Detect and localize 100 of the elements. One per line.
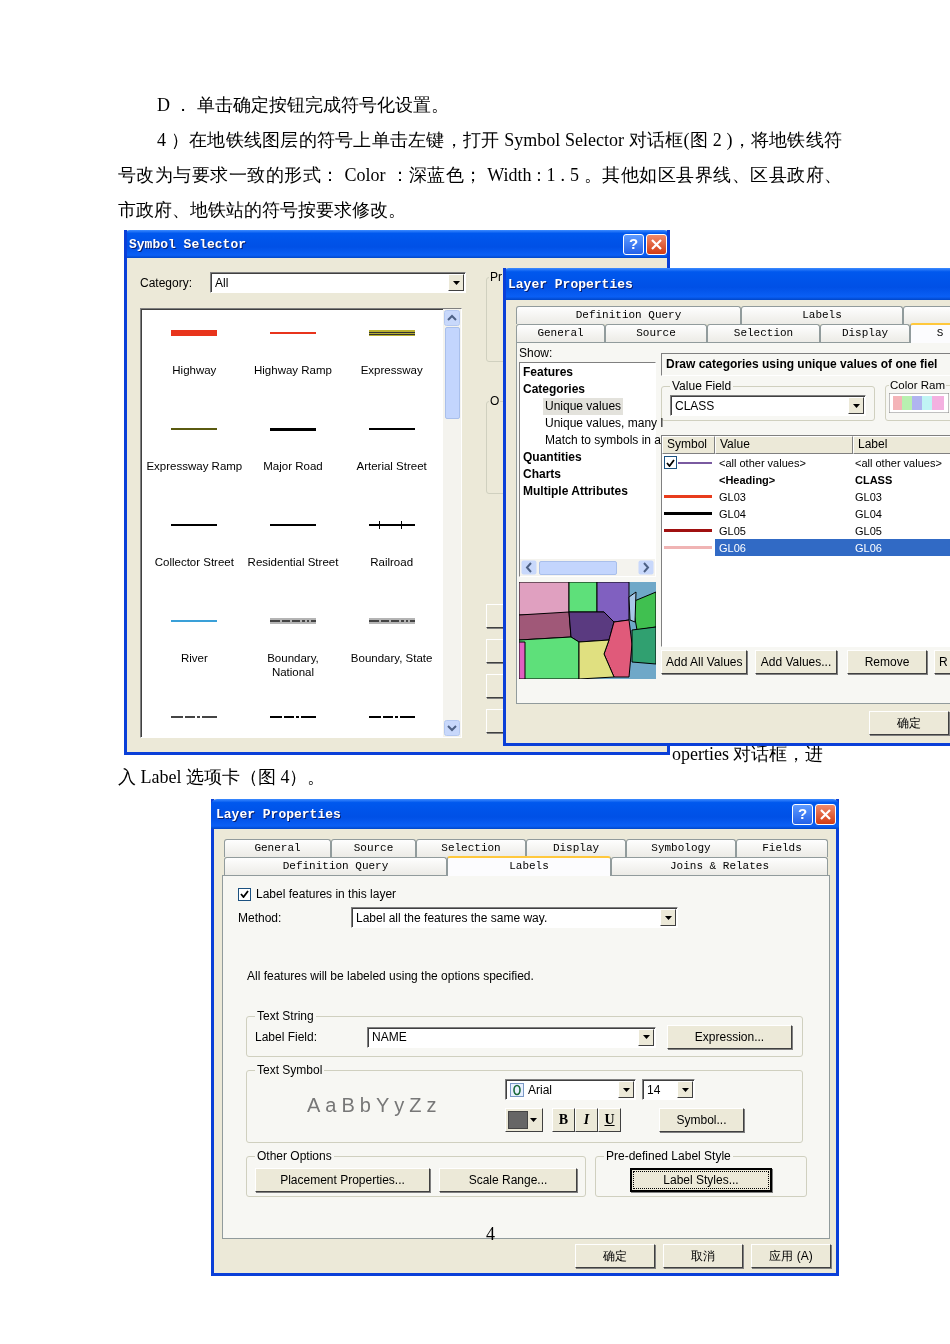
table-row[interactable]: GL03 GL03 [715,488,950,505]
size-dropdown[interactable]: 14 [642,1079,695,1100]
tab[interactable]: Source [331,839,416,857]
show-label: Show: [519,346,554,362]
column-header[interactable]: Value [715,436,853,454]
paragraph: 4 ）在地铁线图层的符号上单击左键，打开 Symbol Selector 对话框(图 2 )，将地铁线符号改为与要求一致的形式： Color ：深蓝色； Width : 1 . 5 。其他如区县界线、区县政府、市政府、地铁站的符号按要求修改。 [118,129,842,222]
column-header[interactable]: Label [853,436,950,454]
close-button[interactable] [815,803,836,825]
dialog-button[interactable]: 取消 [663,1244,743,1268]
dialog-button[interactable]: Placement Properties... [255,1168,430,1192]
check-icon [666,458,675,467]
tree-item[interactable]: Unique values [543,398,624,415]
tab[interactable]: Definition Query [516,306,741,324]
tree-item[interactable]: Match to symbols in a [543,432,664,449]
symbol-name[interactable]: Collector Street [154,555,234,569]
symbol-name[interactable]: Major Road [263,459,323,473]
tab[interactable]: Selection [707,324,820,342]
tree-item[interactable]: Quantities [523,449,582,466]
scroll-thumb[interactable] [444,327,460,419]
caret-icon [681,1087,689,1092]
tree-item[interactable]: Features [523,364,574,381]
paragraph: D ． 单击确定按钮完成符号化设置。 [156,94,450,117]
tree-item[interactable]: Charts [523,466,561,483]
tab[interactable]: Source [605,324,707,342]
group-label: Pr [489,270,503,284]
symbol-name[interactable]: Expressway Ramp [146,459,243,473]
table-row[interactable]: <all other values> <all other values> [715,454,950,471]
symbol-name[interactable]: Highway [172,363,217,377]
tree-item[interactable]: Multiple Attributes [523,483,628,500]
expression-button[interactable]: Expression... [667,1025,792,1049]
dialog-button[interactable]: R [934,650,950,674]
category-dropdown[interactable]: All [210,272,466,293]
symbol-button[interactable]: Symbol... [659,1108,744,1132]
tab[interactable]: Display [526,839,626,857]
tab[interactable]: Symbology [626,839,736,857]
checkbox[interactable] [238,887,251,901]
tab[interactable]: Labels [741,306,903,324]
tab[interactable]: General [516,324,605,342]
symbol-name[interactable]: River [180,651,208,665]
dialog-button[interactable]: 确定 [575,1244,655,1268]
table-row[interactable]: GL04 GL04 [715,505,950,522]
font-dropdown[interactable]: Arial [505,1079,636,1100]
table-cell-text: <all other values> [718,456,807,469]
symbol-name[interactable]: Highway Ramp [254,363,332,377]
scroll-left-button[interactable] [521,560,537,575]
dialog-button[interactable]: Scale Range... [439,1168,577,1192]
table-cell-text: <Heading> [718,473,777,486]
vertical-scrollbar[interactable] [443,309,461,737]
symbol-name[interactable]: Boundary, State [350,651,433,665]
scroll-thumb[interactable] [539,560,617,575]
caret-icon [664,915,672,920]
tab[interactable]: Labels [447,856,611,876]
symbol-name[interactable]: Railroad [370,555,414,569]
table-row[interactable]: GL06 GL06 [715,539,950,556]
tab[interactable]: Joins & Relates [611,857,828,875]
table-cell-text: GL05 [718,524,747,537]
checkbox[interactable] [664,456,677,469]
symbol-name[interactable]: Residential Street [247,555,339,569]
underline-button[interactable]: U [598,1108,621,1132]
checkbox-label[interactable]: Label features in this layer [256,887,397,901]
caret-icon [530,1118,537,1122]
bold-button[interactable]: B [552,1108,575,1132]
group-label: O [489,394,501,408]
dialog-button[interactable]: Add Values... [755,650,837,674]
scroll-down-button[interactable] [444,720,460,736]
scroll-right-button[interactable] [638,560,654,575]
tree-item[interactable]: Categories [523,381,586,398]
method-dropdown[interactable]: Label all the features the same way. [351,907,678,928]
italic-button[interactable]: I [575,1108,598,1132]
label-field-dropdown[interactable]: NAME [367,1026,656,1048]
horizontal-scrollbar[interactable] [520,559,655,576]
font-icon [510,1082,524,1097]
label-styles-button[interactable]: Label Styles... [630,1168,772,1192]
caret-icon [642,1035,650,1039]
close-icon [820,808,831,820]
symbol-name[interactable]: Arterial Street [356,459,427,473]
tab[interactable]: S [910,323,950,343]
tab[interactable]: General [224,839,331,857]
scroll-up-button[interactable] [444,310,460,326]
label-field-label: Label Field: [255,1030,319,1044]
tab[interactable]: Definition Query [224,857,447,875]
dialog-button[interactable]: 应用 (A) [751,1244,831,1268]
group-label: Other Options [256,1149,333,1163]
dialog-button[interactable]: Remove [847,650,927,674]
value-field-dropdown[interactable]: CLASS [670,395,866,416]
color-button[interactable] [505,1108,543,1132]
tab[interactable]: Fields [736,839,828,857]
table-row[interactable]: <Heading> CLASS [715,471,950,488]
tab[interactable]: Selection [416,839,526,857]
color-ramp[interactable] [889,393,949,413]
table-row[interactable]: GL05 GL05 [715,522,950,539]
caret-icon [622,1087,630,1092]
close-button[interactable] [646,233,667,255]
tab[interactable]: Display [820,324,910,342]
column-header[interactable]: Symbol [662,436,715,454]
symbol-name[interactable]: Expressway [360,363,423,377]
dialog-button[interactable]: Add All Values [661,650,747,674]
symbol-name[interactable]: Boundary, National [245,651,341,679]
tree-item[interactable]: Unique values, many l [543,415,666,432]
ok-button[interactable]: 确定 [869,711,949,735]
